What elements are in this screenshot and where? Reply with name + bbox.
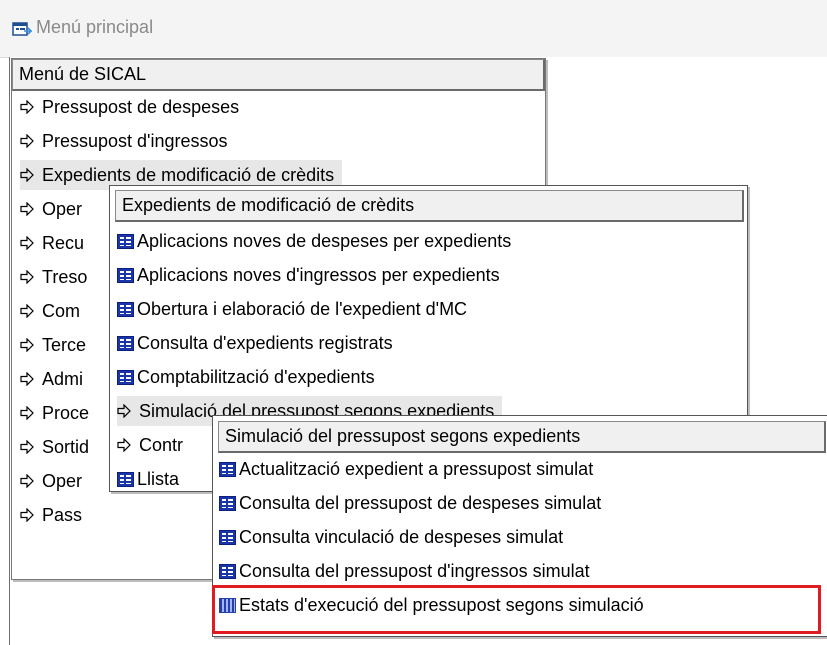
expedients-item[interactable]: Comptabilització d'expedients xyxy=(117,362,375,392)
main-menu-item[interactable]: Recu xyxy=(20,228,84,258)
simulacio-item-label: Actualització expedient a pressupost sim… xyxy=(239,459,594,479)
expedients-item[interactable]: Llista xyxy=(117,464,179,494)
main-menu-item[interactable]: Treso xyxy=(20,262,87,292)
form-icon xyxy=(219,529,236,545)
form-icon xyxy=(219,461,236,477)
arrow-right-icon xyxy=(117,404,131,418)
arrow-right-icon xyxy=(20,168,34,182)
main-menu-header: Menú de SICAL xyxy=(12,59,545,91)
arrow-right-icon xyxy=(20,100,34,114)
main-menu-item-label: Pressupost d'ingressos xyxy=(42,131,228,151)
main-menu-item[interactable]: Admi xyxy=(20,364,83,394)
simulacio-submenu-header: Simulació del pressupost segons expedien… xyxy=(218,421,826,453)
form-icon xyxy=(219,495,236,511)
arrow-right-icon xyxy=(20,508,34,522)
main-menu-item[interactable]: Sortid xyxy=(20,432,89,462)
form-icon xyxy=(117,335,134,351)
expedients-item-label: Aplicacions noves d'ingressos per expedi… xyxy=(137,265,500,285)
arrow-right-icon xyxy=(20,338,34,352)
arrow-right-icon xyxy=(20,270,34,284)
main-menu-item-label: Treso xyxy=(42,267,88,287)
arrow-right-icon xyxy=(20,304,34,318)
arrow-right-icon xyxy=(20,202,34,216)
expedients-item[interactable]: Aplicacions noves de despeses per expedi… xyxy=(117,226,511,256)
form-icon xyxy=(117,471,134,487)
main-menu-item-label: Proce xyxy=(42,403,90,423)
expedients-submenu-header: Expedients de modificació de crèdits xyxy=(115,190,744,222)
expedients-item-label: Obertura i elaboració de l'expedient d'M… xyxy=(137,299,468,319)
expedients-item-label: Llista xyxy=(137,469,180,489)
main-menu-item-label: Recu xyxy=(42,233,85,253)
main-menu-item[interactable]: Pressupost d'ingressos xyxy=(20,126,228,156)
form-icon xyxy=(117,301,134,317)
expedients-item[interactable]: Aplicacions noves d'ingressos per expedi… xyxy=(117,260,500,290)
window-app-icon xyxy=(12,22,32,36)
main-menu-item-label: Pressupost de despeses xyxy=(42,97,240,117)
main-menu-item-label: Terce xyxy=(42,335,87,355)
arrow-right-icon xyxy=(20,134,34,148)
window-titlebar: Menú principal xyxy=(0,0,827,58)
main-menu-item[interactable]: Pressupost de despeses xyxy=(20,92,239,122)
simulacio-item-label: Consulta del pressupost de despeses simu… xyxy=(239,493,602,513)
simulacio-item-label: Consulta vinculació de despeses simulat xyxy=(239,527,564,547)
arrow-right-icon xyxy=(20,474,34,488)
expedients-item[interactable]: Contr xyxy=(117,430,183,460)
main-menu-item[interactable]: Oper xyxy=(20,194,82,224)
arrow-right-icon xyxy=(117,438,131,452)
expedients-item[interactable]: Obertura i elaboració de l'expedient d'M… xyxy=(117,294,467,324)
main-menu-item-label: Oper xyxy=(42,471,83,491)
main-menu-item-label: Sortid xyxy=(42,437,90,457)
main-menu-item[interactable]: Proce xyxy=(20,398,89,428)
selection-outline xyxy=(212,585,821,634)
main-menu-item-label: Oper xyxy=(42,199,83,219)
expedients-item-label: Aplicacions noves de despeses per expedi… xyxy=(137,231,512,251)
expedients-item-label: Comptabilització d'expedients xyxy=(137,367,375,387)
arrow-right-icon xyxy=(20,440,34,454)
expedients-item[interactable]: Consulta d'expedients registrats xyxy=(117,328,393,358)
simulacio-item[interactable]: Consulta del pressupost de despeses simu… xyxy=(219,488,601,518)
simulacio-item[interactable]: Consulta vinculació de despeses simulat xyxy=(219,522,563,552)
main-menu-item-label: Com xyxy=(42,301,81,321)
simulacio-item-label: Consulta del pressupost d'ingressos simu… xyxy=(239,561,590,581)
main-menu-item-label: Admi xyxy=(42,369,84,389)
form-icon xyxy=(117,369,134,385)
form-icon xyxy=(117,233,134,249)
simulacio-item[interactable]: Consulta del pressupost d'ingressos simu… xyxy=(219,556,590,586)
main-menu-item[interactable]: Pass xyxy=(20,500,82,530)
arrow-right-icon xyxy=(20,372,34,386)
arrow-right-icon xyxy=(20,236,34,250)
main-menu-item-label: Pass xyxy=(42,505,83,525)
simulacio-item[interactable]: Actualització expedient a pressupost sim… xyxy=(219,454,593,484)
main-menu-item[interactable]: Terce xyxy=(20,330,86,360)
main-menu-item[interactable]: Oper xyxy=(20,466,82,496)
form-icon xyxy=(117,267,134,283)
expedients-item-label: Consulta d'expedients registrats xyxy=(137,333,393,353)
form-icon xyxy=(219,563,236,579)
expedients-item-label: Contr xyxy=(139,435,184,455)
main-menu-item[interactable]: Com xyxy=(20,296,80,326)
window-title: Menú principal xyxy=(36,17,154,37)
arrow-right-icon xyxy=(20,406,34,420)
